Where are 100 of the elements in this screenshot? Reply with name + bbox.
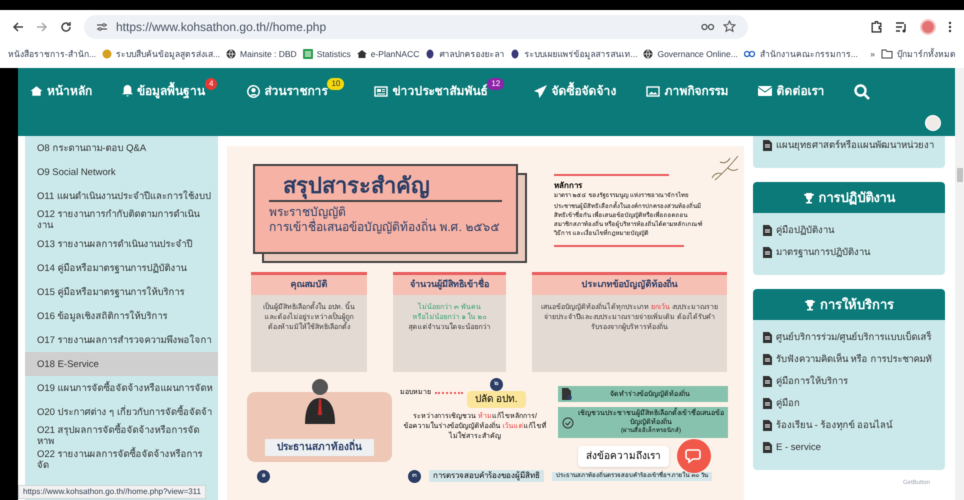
profile-avatar[interactable]: [920, 18, 936, 34]
panel-link[interactable]: คู่มือปฏิบัติงาน: [776, 224, 834, 236]
leader-line: [435, 392, 463, 394]
newspaper-icon: [374, 86, 388, 96]
reload-icon[interactable]: [60, 20, 72, 32]
bookmark-link[interactable]: ระบบสืบค้นข้อมูลสูตรส่งเส...: [116, 48, 220, 60]
scrollbar-thumb[interactable]: [956, 168, 962, 182]
count-badge: 10: [327, 78, 344, 90]
emblem-icon: [510, 49, 520, 59]
panel-link[interactable]: แผนยุทธศาสตร์หรือแผนพัฒนาหน่วยงา: [776, 140, 934, 150]
person-silhouette-icon: [302, 378, 336, 424]
sidebar-link[interactable]: O21 สรุปผลการจัดซื้อจัดจ้างหรือการจัดหาพ: [25, 424, 218, 448]
sidebar-link[interactable]: O12 รายงานการกำกับติดตามการดำเนินงาน: [25, 208, 218, 232]
trophy-icon: [802, 192, 814, 204]
bookmark-link[interactable]: Mainsite : DBD: [240, 48, 297, 60]
clerk-label: ปลัด อปท.: [467, 391, 526, 408]
bookmark-link[interactable]: ระบบเผยแพร่ข้อมูลสารสนเท...: [524, 48, 638, 60]
card-heading: คุณสมบัติ: [251, 275, 367, 294]
document-icon: [763, 332, 772, 342]
key-icon[interactable]: [701, 22, 715, 30]
sidebar-link[interactable]: O19 แผนการจัดซื้อจัดจ้างหรือแผนการจัดห: [25, 376, 218, 400]
more-bookmarks-button[interactable]: »: [870, 48, 875, 60]
bookmark-link[interactable]: Statistics: [316, 48, 351, 60]
subtitle-line: พระราชบัญญัติ: [269, 205, 346, 219]
user-icon: [247, 84, 260, 98]
all-bookmarks-link[interactable]: บุ๊กมาร์กทั้งหมด: [897, 48, 956, 60]
address-bar[interactable]: https://www.kohsathon.go.th//home.php: [84, 14, 748, 38]
document-icon: [763, 140, 772, 150]
card-title: การให้บริการ: [820, 296, 894, 314]
scrollbar-track[interactable]: [955, 68, 964, 500]
sidebar-link[interactable]: O8 กระดานถาม-ตอบ Q&A: [25, 136, 218, 160]
envelope-icon: [758, 86, 772, 96]
badge-icon: [102, 49, 112, 59]
site-info-icon[interactable]: [96, 22, 108, 32]
sidebar-link[interactable]: O17 รายงานผลการสำรวจความพึงพอใจกา: [25, 328, 218, 352]
nav-link[interactable]: ส่วนราชการ: [247, 82, 328, 100]
nav-link[interactable]: ติดต่อเรา: [758, 82, 824, 100]
bookmark-link[interactable]: ศาลปกครองยะลา: [439, 48, 504, 60]
panel-link[interactable]: มาตรฐานการปฏิบัติงาน: [776, 246, 870, 258]
panel-link[interactable]: รับฟังความคิดเห็น หรือ การประชาคมทั: [776, 354, 932, 364]
sidebar-link[interactable]: O11 แผนดำเนินงานประจำปีและการใช้งบป: [25, 184, 218, 208]
user-avatar[interactable]: [925, 115, 941, 131]
sidebar-link[interactable]: O15 คู่มือหรือมาตรฐานการให้บริการ: [25, 280, 218, 304]
card-heading: ประเภทข้อบัญญัติท้องถิ่น: [532, 275, 727, 294]
bookmark-link[interactable]: Governance Online...: [657, 48, 738, 60]
sidebar-link[interactable]: O18 E-Service: [25, 352, 218, 376]
url-text: https://www.kohsathon.go.th//home.php: [116, 18, 328, 36]
image-icon: [646, 86, 660, 96]
panel-link[interactable]: ศูนย์บริการร่วม/ศูนย์บริการแบบเบ็ดเสร็: [776, 332, 932, 342]
back-icon[interactable]: [12, 20, 24, 32]
panel-link[interactable]: E - service: [776, 442, 821, 452]
sidebar-link[interactable]: O16 ข้อมูลเชิงสถิติการให้บริการ: [25, 304, 218, 328]
panel-link[interactable]: ร้องเรียน - ร้องทุกข์ ออนไลน์: [776, 420, 892, 430]
sidebar-link[interactable]: O13 รายงานผลการดำเนินงานประจำปี: [25, 232, 218, 256]
star-icon[interactable]: [723, 20, 736, 33]
document-icon: [763, 376, 772, 386]
chair-label: ประธานสภาท้องถิ่น: [265, 439, 374, 456]
card-title: การปฏิบัติงาน: [818, 188, 896, 207]
count-badge: 4: [205, 78, 218, 90]
sidebar-link[interactable]: O9 Social Network: [25, 160, 218, 184]
chat-icon: [685, 448, 703, 464]
nav-link[interactable]: หน้าหลัก: [30, 82, 92, 100]
folder-icon: [881, 49, 893, 59]
document-icon: [763, 354, 772, 364]
bookmark-link[interactable]: สำนักงานคณะกรรมการ...: [760, 48, 858, 60]
nav-link[interactable]: ข้อมูลพื้นฐาน: [122, 82, 205, 100]
document-icon: [763, 246, 772, 258]
bookmark-link[interactable]: หนังสือราชการ-สำนัก...: [8, 48, 96, 60]
nav-link[interactable]: ภาพกิจกรรม: [646, 82, 728, 100]
home-icon: [30, 85, 43, 97]
trophy-icon: [804, 298, 816, 310]
search-icon[interactable]: [854, 84, 870, 100]
document-icon: [763, 420, 772, 430]
bookmark-link[interactable]: e-PlanNACC: [370, 48, 420, 60]
panel-link[interactable]: คู่มือก: [776, 398, 800, 408]
check-circle-icon: [562, 416, 574, 428]
chat-tooltip: ส่งข้อความถึงเรา: [578, 446, 669, 466]
globe-icon: [643, 49, 654, 59]
extensions-icon[interactable]: [870, 20, 883, 33]
document-icon: [763, 224, 772, 236]
logo-icon: [744, 50, 756, 58]
subtitle-line: การเข้าชื่อเสนอข้อบัญญัติท้องถิ่น พ.ศ. ๒๕๖๕: [269, 220, 500, 235]
status-url: https://www.kohsathon.go.th//home.php?view=311: [18, 485, 206, 499]
spreadsheet-icon: [302, 49, 313, 59]
sidebar-link[interactable]: O22 รายงานผลการจัดซื้อจัดจ้างหรือการจัด: [25, 448, 218, 472]
infographic-title: สรุปสาระสำคัญ: [269, 172, 502, 202]
panel-link[interactable]: คู่มือการให้บริการ: [776, 376, 848, 386]
card-heading: จำนวนผู้มีสิทธิเข้าชื่อ: [393, 275, 506, 294]
principle-heading: หลักการ: [554, 180, 584, 192]
home-icon: [356, 49, 367, 59]
nav-link[interactable]: ข่าวประชาสัมพันธ์: [374, 82, 488, 100]
count-badge: 12: [487, 78, 504, 90]
paper-plane-icon: [534, 84, 548, 98]
nav-link[interactable]: จัดซื้อจัดจ้าง: [534, 82, 616, 100]
sidebar-link[interactable]: O14 คู่มือหรือมาตรฐานการปฏิบัติงาน: [25, 256, 218, 280]
document-icon: [763, 442, 772, 452]
document-check-icon: [562, 388, 572, 400]
menu-icon[interactable]: [948, 20, 952, 32]
sidebar-link[interactable]: O20 ประกาศต่าง ๆ เกี่ยวกับการจัดซื้อจัดจ้า: [25, 400, 218, 424]
media-icon[interactable]: [895, 20, 908, 32]
